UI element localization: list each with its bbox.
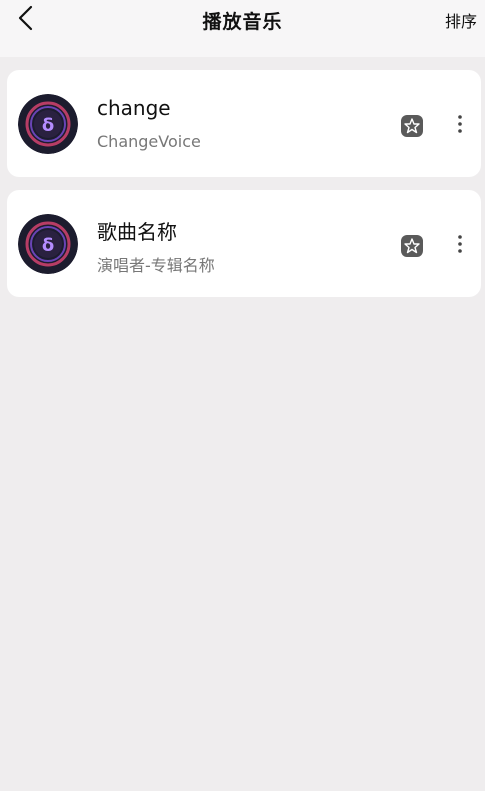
music-disc-icon: δ [18,94,78,154]
song-list-item[interactable]: δ change ChangeVoice [7,70,481,177]
svg-text:δ: δ [42,235,54,256]
music-disc-icon: δ [18,214,78,274]
top-bar: 播放音乐 排序 [0,0,485,57]
page-title: 播放音乐 [202,11,283,33]
song-title: 歌曲名称 [97,220,177,244]
song-title: change [97,96,171,120]
song-subtitle: 演唱者-专辑名称 [97,256,215,275]
svg-text:δ: δ [42,115,54,136]
star-outline-icon[interactable] [400,234,424,258]
sort-button[interactable]: 排序 [445,8,477,32]
song-list-item[interactable]: δ 歌曲名称 演唱者-专辑名称 [7,190,481,297]
more-vertical-icon[interactable] [452,113,468,137]
song-subtitle: ChangeVoice [97,132,201,151]
more-vertical-icon[interactable] [452,233,468,257]
star-outline-icon[interactable] [400,114,424,138]
